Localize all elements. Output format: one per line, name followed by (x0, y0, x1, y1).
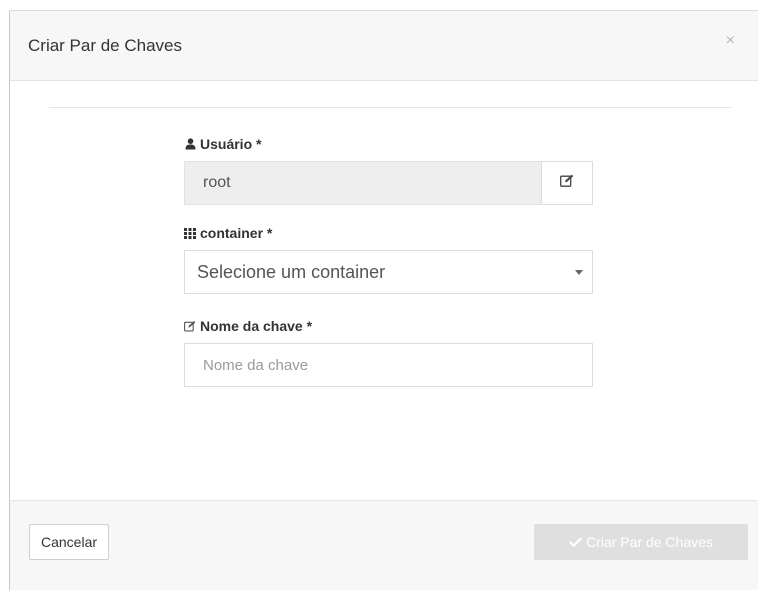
user-field-group: Usuário * root (184, 136, 593, 205)
user-icon (184, 138, 196, 150)
edit-icon (560, 174, 574, 192)
user-input[interactable]: root (184, 161, 541, 205)
container-field-group: container * Selecione um container (184, 225, 593, 294)
edit-user-button[interactable] (541, 161, 593, 205)
grid-icon (184, 227, 196, 239)
modal-title: Criar Par de Chaves (28, 36, 183, 55)
close-icon[interactable]: × (726, 33, 735, 49)
user-label: Usuário * (184, 136, 593, 152)
chevron-down-icon (575, 269, 583, 275)
modal-footer: Cancelar Criar Par de Chaves (10, 500, 758, 590)
create-keypair-label: Criar Par de Chaves (586, 534, 713, 550)
check-icon (569, 534, 582, 550)
container-select[interactable]: Selecione um container (184, 250, 593, 294)
container-label-text: container * (200, 225, 273, 241)
cancel-button[interactable]: Cancelar (29, 524, 110, 560)
create-keypair-modal: Criar Par de Chaves × Usuário * root con… (9, 10, 758, 590)
divider (49, 107, 731, 108)
key-name-field-group: Nome da chave * (184, 318, 593, 387)
modal-header: Criar Par de Chaves × (10, 11, 758, 81)
user-label-text: Usuário * (200, 136, 262, 152)
key-name-input[interactable] (184, 343, 593, 387)
user-input-group: root (184, 161, 593, 205)
create-keypair-button[interactable]: Criar Par de Chaves (534, 524, 748, 560)
edit-icon (184, 320, 196, 332)
key-name-label-text: Nome da chave * (200, 318, 313, 334)
key-name-label: Nome da chave * (184, 318, 593, 334)
container-label: container * (184, 225, 593, 241)
container-select-value: Selecione um container (197, 261, 386, 282)
